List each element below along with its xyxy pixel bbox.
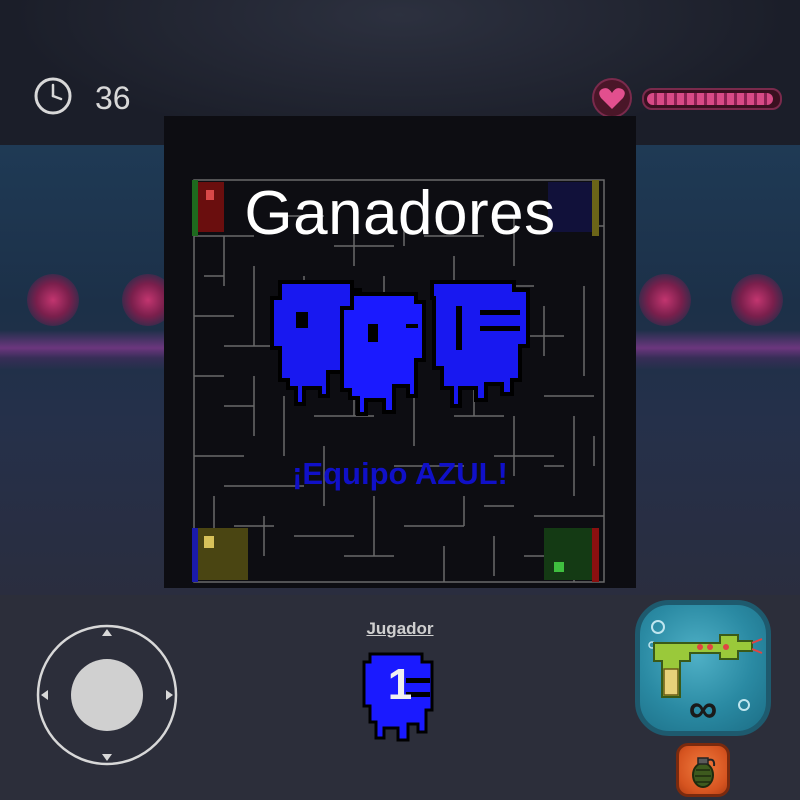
arrow-down-icon (102, 754, 112, 761)
arrow-right-icon (166, 690, 173, 700)
joystick-thumb (71, 659, 143, 731)
winning-team-sprites (270, 280, 530, 416)
health-bar (642, 88, 782, 110)
virtual-joystick[interactable] (35, 623, 179, 767)
winning-team-label: ¡Equipo AZUL! (292, 456, 508, 491)
health-bar-fill (647, 93, 774, 105)
winners-title: Ganadores (244, 179, 556, 248)
arrow-left-icon (41, 690, 48, 700)
arrow-up-icon (102, 629, 112, 636)
grenade-icon (692, 757, 716, 788)
ammo-count: ∞ (688, 687, 718, 731)
blue-player-sprite (340, 292, 426, 416)
heart-icon (592, 78, 632, 118)
player-number: 1 (387, 660, 413, 709)
wall-orb (639, 274, 691, 326)
grenade-button[interactable] (676, 743, 730, 797)
player-label: Jugador (366, 619, 434, 638)
wall-orb (731, 274, 783, 326)
clock-icon (34, 77, 72, 115)
blue-player-sprite (430, 280, 530, 408)
wall-orb (27, 274, 79, 326)
round-timer: 36 (95, 80, 131, 116)
weapon-button[interactable]: ∞ (635, 600, 771, 736)
